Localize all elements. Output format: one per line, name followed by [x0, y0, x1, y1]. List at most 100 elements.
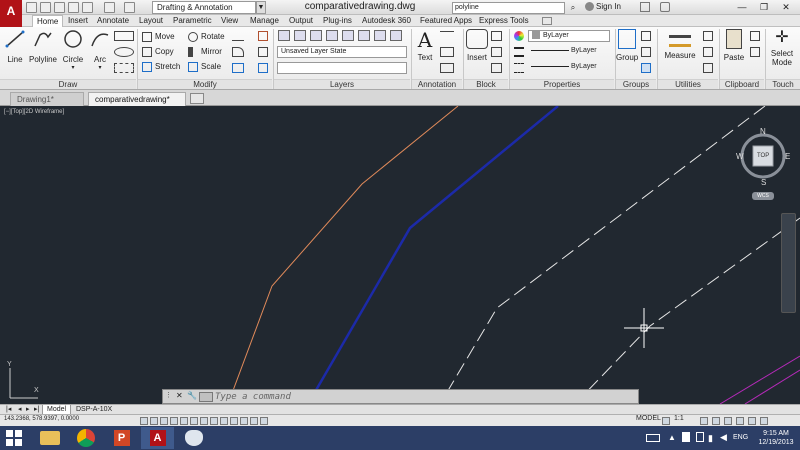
- hatch-icon[interactable]: [114, 63, 134, 73]
- chevron-down-icon[interactable]: ▼: [256, 1, 266, 14]
- quick-properties-icon[interactable]: [250, 417, 258, 425]
- redo-icon[interactable]: [124, 2, 135, 13]
- create-block-icon[interactable]: [491, 31, 502, 41]
- search-icon[interactable]: ⌕: [566, 1, 580, 14]
- modify-panel-label[interactable]: Modify: [138, 79, 272, 89]
- clock[interactable]: 9:15 AM 12/19/2013: [754, 429, 798, 447]
- explode-icon[interactable]: [258, 47, 268, 57]
- table-icon[interactable]: [440, 63, 454, 73]
- tab-manage[interactable]: Manage: [246, 15, 283, 27]
- sign-in-link[interactable]: Sign In: [596, 2, 621, 11]
- draw-panel-label[interactable]: Draw: [0, 79, 136, 89]
- viewcube-north[interactable]: N: [760, 127, 766, 136]
- quick-select-icon[interactable]: [703, 31, 713, 41]
- wrench-icon[interactable]: 🔧: [187, 391, 197, 403]
- chevron-down-icon[interactable]: ▾: [88, 64, 112, 71]
- touch-panel-label[interactable]: Touch: [766, 79, 800, 89]
- copy-clip-icon[interactable]: [750, 47, 760, 57]
- properties-panel-label[interactable]: Properties: [510, 79, 614, 89]
- trim-icon[interactable]: [232, 31, 244, 41]
- tab-comparativedrawing[interactable]: comparativedrawing* ✕: [88, 92, 186, 117]
- clipboard-panel-label[interactable]: Clipboard: [720, 79, 764, 89]
- tab-featured-apps[interactable]: Featured Apps: [416, 15, 476, 27]
- move-button[interactable]: Move: [142, 30, 175, 44]
- plot-icon[interactable]: [82, 2, 93, 13]
- selection-cycling-icon[interactable]: [260, 417, 268, 425]
- file-explorer-icon[interactable]: [33, 427, 66, 449]
- viewcube-east[interactable]: E: [785, 152, 790, 161]
- layer-select[interactable]: [277, 62, 407, 74]
- rectangle-icon[interactable]: [114, 31, 134, 41]
- edit-attributes-icon[interactable]: [491, 63, 502, 73]
- tab-drawing1[interactable]: Drawing1*: [10, 92, 84, 106]
- tab-autodesk-360[interactable]: Autodesk 360: [358, 15, 415, 27]
- viewcube-west[interactable]: W: [736, 152, 744, 161]
- arc-button[interactable]: Arc ▾: [88, 29, 112, 71]
- osnap-icon[interactable]: [190, 417, 198, 425]
- close-icon[interactable]: ✕: [176, 391, 186, 403]
- close-button[interactable]: ✕: [776, 0, 796, 14]
- transparency-icon[interactable]: [240, 417, 248, 425]
- lock-icon[interactable]: [724, 417, 732, 425]
- tab-plug-ins[interactable]: Plug-ins: [319, 15, 356, 27]
- insert-button[interactable]: Insert: [465, 29, 489, 62]
- tab-express-tools[interactable]: Express Tools: [475, 15, 533, 27]
- utilities-panel-label[interactable]: Utilities: [658, 79, 718, 89]
- isolate-objects-icon[interactable]: [748, 417, 756, 425]
- layer-walk-icon[interactable]: [390, 30, 402, 41]
- ortho-icon[interactable]: [170, 417, 178, 425]
- save-icon[interactable]: [54, 2, 65, 13]
- powerpoint-icon[interactable]: P: [105, 427, 138, 449]
- layer-properties-icon[interactable]: [278, 30, 290, 41]
- help-icon[interactable]: [660, 2, 670, 12]
- viewcube-top-label[interactable]: TOP: [757, 153, 769, 159]
- ungroup-icon[interactable]: [641, 31, 651, 41]
- volume-icon[interactable]: ◀: [720, 432, 727, 443]
- clean-screen-icon[interactable]: [760, 417, 768, 425]
- autocad-taskbar-icon[interactable]: A: [141, 427, 174, 449]
- minimize-button[interactable]: —: [732, 0, 752, 14]
- quick-view-icon[interactable]: [662, 417, 670, 425]
- coordinates-readout[interactable]: 143.2368, 578.9397, 0.0000: [4, 416, 79, 422]
- scale-button[interactable]: Scale: [188, 60, 221, 74]
- lineweight-select[interactable]: ByLayer: [528, 46, 610, 58]
- copy-button[interactable]: Copy: [142, 45, 174, 59]
- action-center-icon[interactable]: [682, 432, 690, 442]
- recent-commands-icon[interactable]: [199, 392, 213, 402]
- mirror-button[interactable]: Mirror: [188, 45, 222, 59]
- chevron-up-icon[interactable]: ▲: [668, 433, 676, 442]
- groups-panel-label[interactable]: Groups: [616, 79, 656, 89]
- application-menu-button[interactable]: A: [0, 0, 22, 27]
- new-tab-icon[interactable]: [190, 93, 204, 104]
- lineweight-toggle-icon[interactable]: [230, 417, 238, 425]
- layer-previous-icon[interactable]: [374, 30, 386, 41]
- ribbon-toggle-icon[interactable]: [542, 17, 552, 25]
- select-mode-button[interactable]: ✛ Select Mode: [767, 29, 797, 67]
- text-button[interactable]: A Text: [413, 29, 437, 62]
- polyline-button[interactable]: Polyline: [28, 29, 58, 64]
- line-button[interactable]: Line: [3, 29, 27, 64]
- group-button[interactable]: Group: [616, 29, 638, 62]
- paint-icon[interactable]: [177, 427, 210, 449]
- keyboard-icon[interactable]: [646, 434, 660, 442]
- edit-block-icon[interactable]: [491, 47, 502, 57]
- workspace-select[interactable]: Drafting & Annotation: [152, 1, 256, 14]
- calculator-icon[interactable]: [703, 63, 713, 73]
- annotation-panel-label[interactable]: Annotation: [412, 79, 462, 89]
- model-space-toggle[interactable]: MODEL: [636, 415, 661, 422]
- annotation-visibility-icon[interactable]: [700, 417, 708, 425]
- offset-icon[interactable]: [258, 63, 268, 73]
- hardware-acceleration-icon[interactable]: [736, 417, 744, 425]
- select-all-icon[interactable]: [703, 47, 713, 57]
- linetype-icon[interactable]: [514, 63, 524, 73]
- battery-icon[interactable]: [696, 432, 704, 442]
- chrome-icon[interactable]: [69, 427, 102, 449]
- otrack-icon[interactable]: [200, 417, 208, 425]
- network-icon[interactable]: ▮: [708, 433, 713, 444]
- measure-button[interactable]: Measure: [661, 29, 699, 60]
- layer-off-icon[interactable]: [294, 30, 306, 41]
- saveas-icon[interactable]: [68, 2, 79, 13]
- ellipse-icon[interactable]: [114, 47, 134, 57]
- infer-constraints-icon[interactable]: [140, 417, 148, 425]
- ucs-menu[interactable]: WCS: [752, 192, 774, 200]
